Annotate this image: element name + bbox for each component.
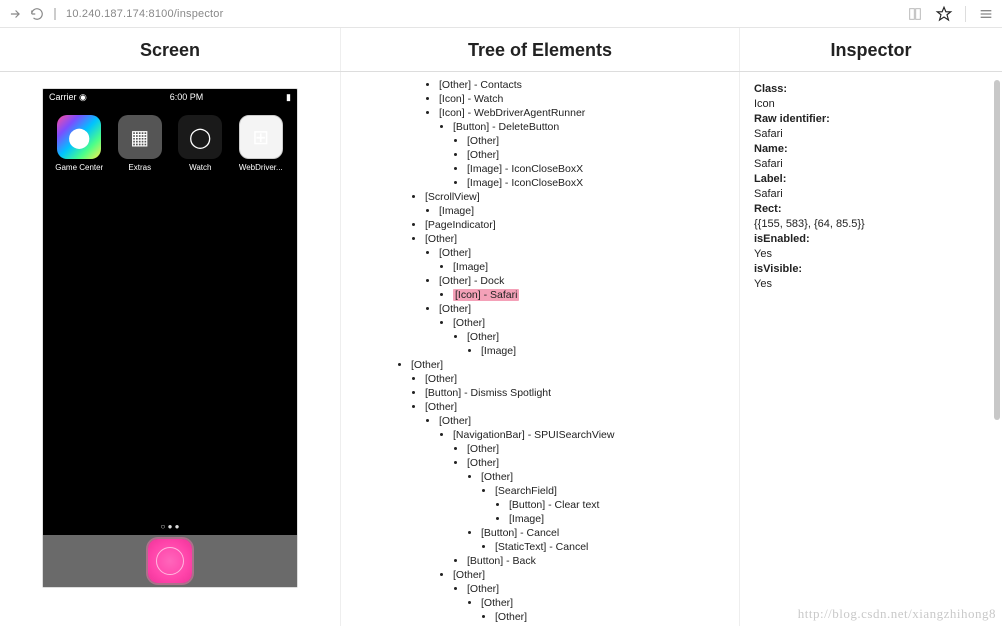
property-key: isVisible: [754, 262, 988, 277]
tree-node[interactable]: [Other] [425, 400, 735, 414]
tree-column[interactable]: [Other] - Contacts[Icon] - Watch[Icon] -… [340, 72, 740, 626]
tree-node[interactable]: [Other] [467, 456, 735, 470]
forward-icon[interactable] [8, 7, 22, 21]
home-apps-row: ⬤Game Center ▦Extras ◯Watch ⊞WebDriver..… [43, 105, 297, 172]
browser-toolbar: 10.240.187.174:8100/inspector [0, 0, 1002, 28]
tree-node[interactable]: [Other] [453, 568, 735, 582]
tree-node[interactable]: [PageIndicator] [425, 218, 735, 232]
reading-list-icon[interactable] [907, 6, 923, 22]
tree-node[interactable]: [Other] [481, 596, 735, 610]
property-key: isEnabled: [754, 232, 988, 247]
element-tree[interactable]: [Other] - Contacts[Icon] - Watch[Icon] -… [341, 78, 735, 626]
status-bar: Carrier ◉ 6:00 PM ▮ [43, 89, 297, 105]
inspector-column: Class:IconRaw identifier:SafariName:Safa… [740, 72, 1002, 626]
tree-node[interactable]: [Other] [467, 134, 735, 148]
property-value: Yes [754, 247, 988, 262]
property-value: Safari [754, 157, 988, 172]
inspector-properties: Class:IconRaw identifier:SafariName:Safa… [754, 82, 988, 292]
tree-node[interactable]: [Button] - Cancel [481, 526, 735, 540]
dock [43, 535, 297, 587]
extras-icon: ▦ [118, 115, 162, 159]
webdriver-icon: ⊞ [239, 115, 283, 159]
scrollbar-thumb[interactable] [994, 80, 1000, 420]
safari-icon[interactable] [148, 539, 192, 583]
tree-node[interactable]: [Button] - DeleteButton [453, 120, 735, 134]
tree-node[interactable]: [Other] [467, 442, 735, 456]
tree-node[interactable]: [Other] [467, 148, 735, 162]
tree-node[interactable]: [Icon] - Watch [439, 92, 735, 106]
app-watch[interactable]: ◯Watch [172, 115, 228, 172]
tree-node[interactable]: [Other] [425, 372, 735, 386]
tree-node[interactable]: [Image] - IconCloseBoxX [467, 162, 735, 176]
tree-node[interactable]: [Button] - Clear text [509, 498, 735, 512]
tree-node[interactable]: [Image] [439, 204, 735, 218]
header-tree: Tree of Elements [340, 28, 740, 71]
clock-label: 6:00 PM [170, 92, 204, 102]
tree-node[interactable]: [Other] - Contacts [439, 78, 735, 92]
tree-node[interactable]: [Other] [411, 358, 735, 372]
tree-node[interactable]: [Other] [425, 232, 735, 246]
tree-node[interactable]: [SearchField] [495, 484, 735, 498]
favorite-icon[interactable] [935, 5, 953, 23]
tree-node[interactable]: [Other] [467, 582, 735, 596]
tree-node[interactable]: [ScrollView] [425, 190, 735, 204]
tree-node[interactable]: [Icon] - Safari [453, 288, 735, 302]
menu-icon[interactable] [965, 6, 994, 22]
tree-node[interactable]: [Image] - IconCloseBoxX [467, 176, 735, 190]
tree-node[interactable]: [Other] [439, 246, 735, 260]
property-value: {{155, 583}, {64, 85.5}} [754, 217, 988, 232]
tree-node[interactable]: [Button] - Back [467, 554, 735, 568]
page-indicator[interactable]: ○ ● ● [43, 522, 297, 531]
tree-node[interactable]: [Image] [481, 344, 735, 358]
watermark-text: http://blog.csdn.net/xiangzhihong8 [798, 606, 996, 622]
property-key: Label: [754, 172, 988, 187]
property-value: Safari [754, 127, 988, 142]
column-headers: Screen Tree of Elements Inspector [0, 28, 1002, 72]
tree-node[interactable]: [NavigationBar] - SPUISearchView [453, 428, 735, 442]
device-frame: Carrier ◉ 6:00 PM ▮ ⬤Game Center ▦Extras… [42, 88, 298, 588]
property-key: Rect: [754, 202, 988, 217]
app-extras[interactable]: ▦Extras [112, 115, 168, 172]
header-screen: Screen [0, 28, 340, 71]
tree-node[interactable]: [Other] [467, 330, 735, 344]
tree-node[interactable]: [Other] [453, 316, 735, 330]
property-key: Class: [754, 82, 988, 97]
tree-node[interactable]: [Image] [453, 260, 735, 274]
tree-node[interactable]: [Icon] - WebDriverAgentRunner [439, 106, 735, 120]
battery-icon: ▮ [286, 92, 291, 103]
app-game-center[interactable]: ⬤Game Center [51, 115, 107, 172]
address-bar[interactable]: 10.240.187.174:8100/inspector [54, 8, 897, 20]
app-webdriver[interactable]: ⊞WebDriver... [233, 115, 289, 172]
tree-node[interactable]: [Other] [481, 470, 735, 484]
carrier-label: Carrier ◉ [49, 92, 87, 103]
property-value: Yes [754, 277, 988, 292]
property-key: Name: [754, 142, 988, 157]
property-value: Safari [754, 187, 988, 202]
watch-icon: ◯ [178, 115, 222, 159]
tree-node[interactable]: [Other] [439, 302, 735, 316]
tree-node[interactable]: [Other] [439, 414, 735, 428]
game-center-icon: ⬤ [57, 115, 101, 159]
tree-node[interactable]: [Other] [495, 610, 735, 624]
header-inspector: Inspector [740, 28, 1002, 71]
refresh-icon[interactable] [30, 7, 44, 21]
property-value: Icon [754, 97, 988, 112]
tree-node[interactable]: [Image] [509, 512, 735, 526]
tree-node[interactable]: [Button] - Dismiss Spotlight [425, 386, 735, 400]
wifi-icon: ◉ [79, 92, 87, 102]
screen-column: Carrier ◉ 6:00 PM ▮ ⬤Game Center ▦Extras… [0, 72, 340, 626]
tree-node[interactable]: [Other] - Dock [439, 274, 735, 288]
tree-node[interactable]: [StaticText] - Cancel [495, 540, 735, 554]
property-key: Raw identifier: [754, 112, 988, 127]
